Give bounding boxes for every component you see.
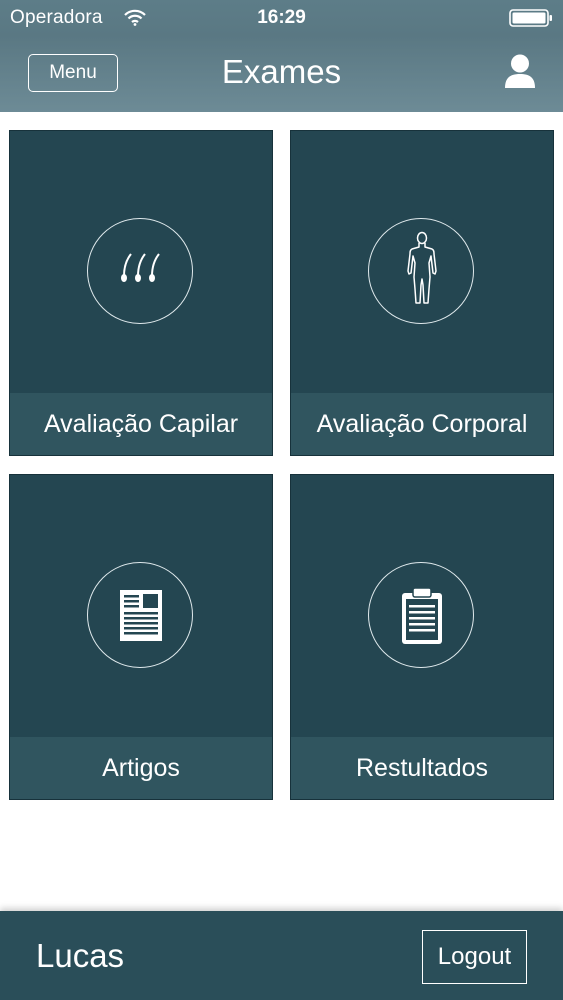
tile-avaliacao-corporal[interactable]: Avaliação Corporal: [290, 130, 554, 456]
footer-bar: Lucas Logout: [0, 911, 563, 1000]
menu-button[interactable]: Menu: [28, 54, 118, 92]
human-body-icon: [368, 218, 474, 324]
user-name: Lucas: [36, 937, 125, 974]
tile-label: Artigos: [10, 737, 272, 799]
tile-label: Avaliação Corporal: [291, 393, 553, 455]
tile-avaliacao-capilar[interactable]: Avaliação Capilar: [9, 130, 273, 456]
clipboard-icon: [368, 562, 474, 668]
nav-bar: Menu Exames: [0, 36, 563, 112]
tile-label: Avaliação Capilar: [10, 393, 272, 455]
logout-button[interactable]: Logout: [422, 930, 527, 984]
tile-restultados[interactable]: Restultados: [290, 474, 554, 800]
tile-label: Restultados: [291, 737, 553, 799]
hair-follicle-icon: [87, 218, 193, 324]
battery-full-icon: [509, 9, 553, 32]
article-icon: [87, 562, 193, 668]
status-bar: Operadora 16:29: [0, 0, 563, 36]
user-icon[interactable]: [503, 53, 537, 94]
clock-time: 16:29: [257, 7, 306, 28]
tile-artigos[interactable]: Artigos: [9, 474, 273, 800]
